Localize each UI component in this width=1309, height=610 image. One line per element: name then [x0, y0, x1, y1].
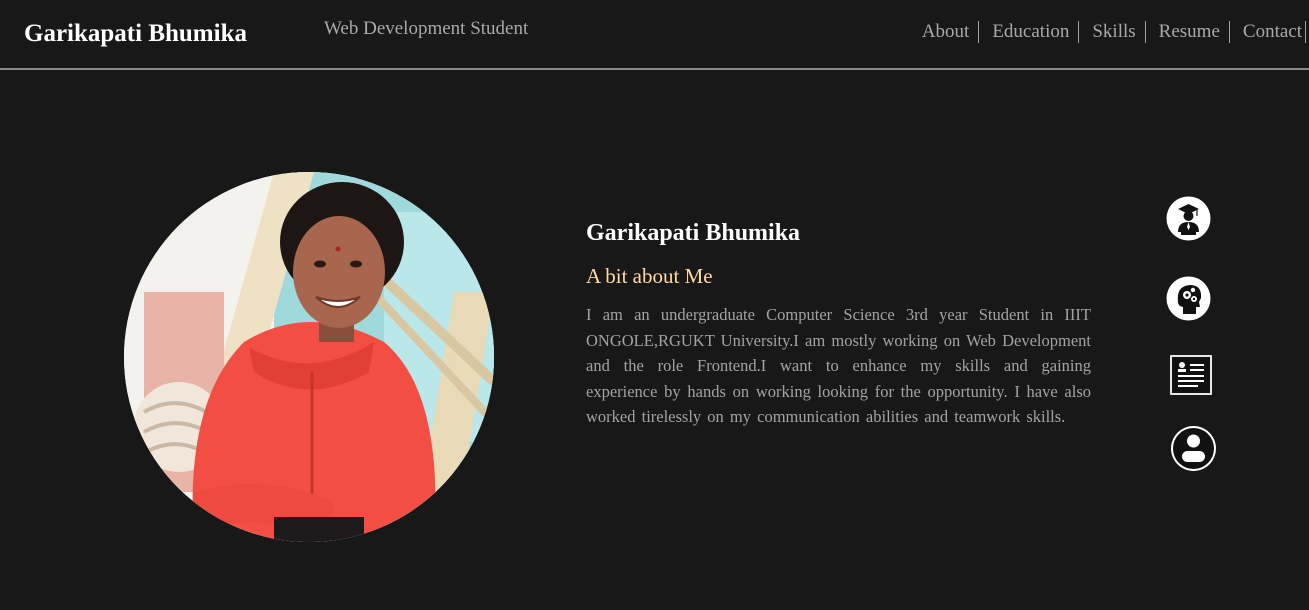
nav-about[interactable]: About — [909, 21, 980, 43]
profile-name: Garikapati Bhumika — [586, 220, 801, 246]
nav-skills[interactable]: Skills — [1079, 21, 1146, 43]
user-icon[interactable] — [1170, 425, 1217, 472]
nav-resume[interactable]: Resume — [1146, 21, 1230, 43]
graduate-icon[interactable] — [1166, 196, 1211, 241]
brain-gears-icon[interactable] — [1166, 276, 1211, 321]
nav-contact[interactable]: Contact — [1230, 21, 1306, 43]
top-nav: About Education Skills Resume Contact — [909, 21, 1306, 43]
nav-education[interactable]: Education — [979, 21, 1080, 43]
site-brand[interactable]: Garikapati Bhumika — [24, 20, 247, 48]
site-header: Garikapati Bhumika Web Development Stude… — [0, 0, 1309, 70]
about-heading: A bit about Me — [586, 264, 713, 288]
site-tagline: Web Development Student — [324, 18, 529, 39]
about-bio: I am an undergraduate Computer Science 3… — [586, 305, 1091, 427]
about-section: Garikapati Bhumika A bit about Me I am a… — [586, 217, 1091, 430]
resume-icon[interactable] — [1170, 355, 1212, 395]
profile-photo — [124, 172, 494, 542]
